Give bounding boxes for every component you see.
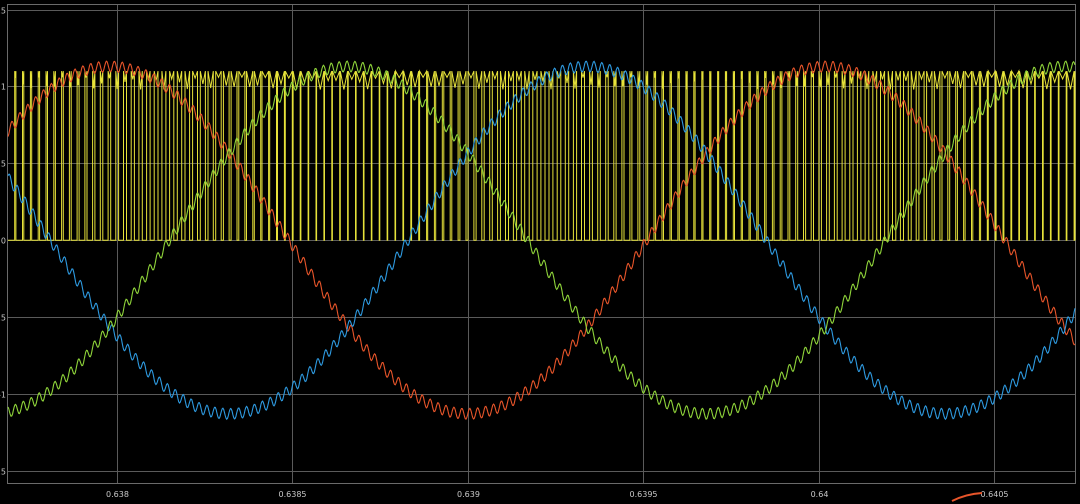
y-tick-label: 0.5 [0, 160, 6, 169]
y-tick-label: 0 [1, 237, 6, 246]
x-tick-label: 0.638 [106, 490, 129, 499]
x-tick-label: 0.6405 [981, 490, 1009, 499]
x-tick-label: 0.639 [457, 490, 480, 499]
waveform-plot: 0.638 0.6385 0.639 0.6395 0.64 0.6405 1.5 1 0.5 0… [0, 0, 1080, 504]
y-tick-label: 1 [1, 83, 6, 92]
x-tick-label: 0.6395 [630, 490, 658, 499]
y-tick-label: 1.5 [0, 7, 6, 16]
y-tick-label: -0.5 [0, 314, 6, 323]
x-tick-label: 0.6385 [279, 490, 307, 499]
scope-display: 0.638 0.6385 0.639 0.6395 0.64 0.6405 1.5 1 0.5 0… [0, 0, 1080, 504]
x-tick-label: 0.64 [811, 490, 829, 499]
y-tick-label: -1.5 [0, 468, 6, 477]
y-tick-label: -1 [0, 391, 6, 400]
